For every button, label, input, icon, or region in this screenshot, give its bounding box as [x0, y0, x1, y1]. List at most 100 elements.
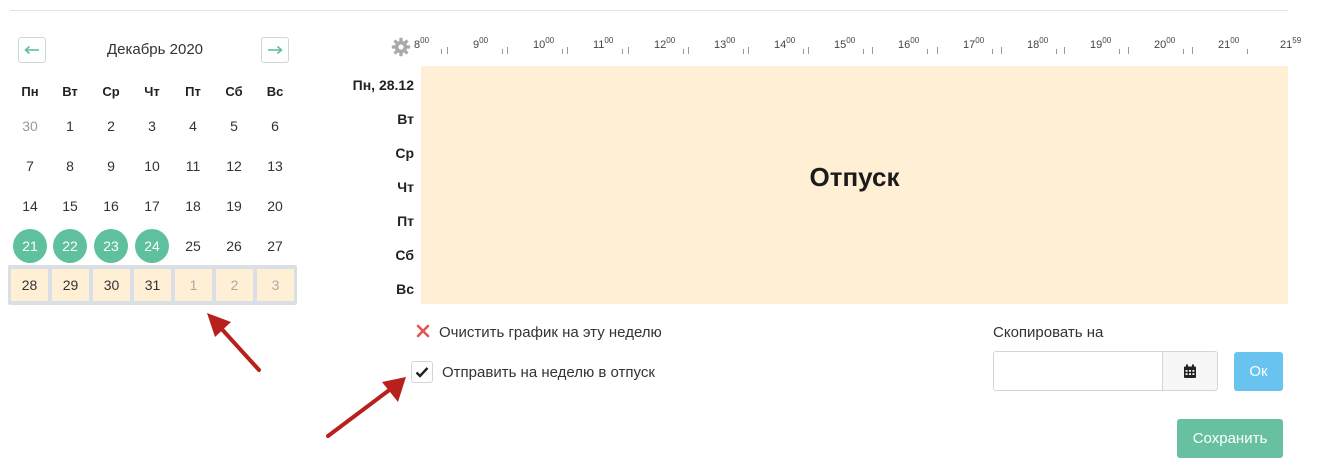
hour-label: 900: [473, 36, 489, 51]
calendar-day[interactable]: 27: [255, 228, 295, 264]
weekday-header: Ср: [102, 84, 120, 99]
hour-label: 1400: [774, 36, 796, 51]
hour-tick: [937, 47, 938, 54]
gear-icon[interactable]: [391, 37, 411, 62]
calendar-day[interactable]: 7: [10, 148, 50, 184]
weekday-header: Сб: [225, 84, 243, 99]
hour-tick: [688, 47, 689, 54]
schedule-grid[interactable]: Отпуск: [421, 66, 1288, 304]
calendar-day[interactable]: 4: [173, 108, 213, 144]
hour-label: 1200: [654, 36, 676, 51]
hour-label: 1700: [963, 36, 985, 51]
copy-date-input[interactable]: [993, 351, 1163, 391]
half-hour-tick: [441, 49, 442, 54]
half-hour-tick: [992, 49, 993, 54]
top-divider: [10, 10, 1288, 11]
half-hour-tick: [803, 49, 804, 54]
end-hour-label: 2159: [1280, 36, 1302, 51]
calendar-day[interactable]: 14: [10, 188, 50, 224]
weekday-header: Пт: [185, 84, 201, 99]
calendar-day[interactable]: 10: [132, 148, 172, 184]
schedule-row-label: Сб: [395, 247, 414, 263]
calendar-day[interactable]: 19: [214, 188, 254, 224]
prev-month-button[interactable]: [18, 37, 46, 63]
calendar-day[interactable]: 8: [50, 148, 90, 184]
calendar-day[interactable]: 25: [173, 228, 213, 264]
schedule-row-label: Пн, 28.12: [352, 77, 414, 93]
calendar-day[interactable]: 29: [52, 269, 89, 301]
calendar-day[interactable]: 30: [93, 269, 130, 301]
calendar-day[interactable]: 18: [173, 188, 213, 224]
hour-label: 1100: [593, 36, 614, 51]
hour-tick: [808, 47, 809, 54]
calendar-day[interactable]: 3: [132, 108, 172, 144]
half-hour-tick: [1056, 49, 1057, 54]
calendar-day[interactable]: 22: [50, 228, 90, 264]
hour-tick: [1128, 47, 1129, 54]
hour-tick: [1064, 47, 1065, 54]
calendar-day[interactable]: 12: [214, 148, 254, 184]
day-number: 23: [94, 229, 128, 263]
arrow-left-icon: [24, 45, 39, 55]
weekday-header: Вс: [266, 84, 284, 99]
schedule-row-label: Чт: [397, 179, 414, 195]
calendar-day[interactable]: 16: [91, 188, 131, 224]
schedule-row-label: Ср: [395, 145, 414, 161]
half-hour-tick: [1183, 49, 1184, 54]
annotation-arrow-calendar: [207, 313, 261, 372]
month-title: Декабрь 2020: [106, 41, 204, 58]
calendar-day[interactable]: 13: [255, 148, 295, 184]
close-icon[interactable]: [416, 324, 430, 343]
calendar-day[interactable]: 2: [91, 108, 131, 144]
ok-button[interactable]: Ок: [1234, 352, 1283, 391]
calendar-day[interactable]: 9: [91, 148, 131, 184]
calendar-day[interactable]: 3: [257, 269, 294, 301]
calendar-icon: [1184, 364, 1196, 378]
calendar-day[interactable]: 28: [11, 269, 48, 301]
half-hour-tick: [1247, 49, 1248, 54]
hour-label: 1900: [1090, 36, 1112, 51]
next-month-button[interactable]: [261, 37, 289, 63]
calendar-day[interactable]: 5: [214, 108, 254, 144]
vacation-checkbox[interactable]: [411, 361, 433, 383]
weekday-header: Вт: [62, 84, 78, 99]
half-hour-tick: [743, 49, 744, 54]
hour-tick: [872, 47, 873, 54]
clear-week-link[interactable]: Очистить график на эту неделю: [439, 324, 662, 341]
hour-label: 1800: [1027, 36, 1049, 51]
calendar-day[interactable]: 11: [173, 148, 213, 184]
calendar-day[interactable]: 31: [134, 269, 171, 301]
day-number: 24: [135, 229, 169, 263]
calendar-day[interactable]: 21: [10, 228, 50, 264]
calendar-day[interactable]: 1: [50, 108, 90, 144]
calendar-day[interactable]: 20: [255, 188, 295, 224]
day-number: 21: [13, 229, 47, 263]
schedule-row-label: Пт: [397, 213, 414, 229]
hour-label: 1600: [898, 36, 920, 51]
calendar-day[interactable]: 1: [175, 269, 212, 301]
hour-tick: [748, 47, 749, 54]
calendar-day[interactable]: 30: [10, 108, 50, 144]
copy-to-label: Скопировать на: [993, 324, 1104, 341]
date-picker-button[interactable]: [1162, 351, 1218, 391]
calendar-day[interactable]: 17: [132, 188, 172, 224]
hour-label: 1500: [834, 36, 856, 51]
calendar-day[interactable]: 6: [255, 108, 295, 144]
hour-tick: [1192, 47, 1193, 54]
save-button[interactable]: Сохранить: [1177, 419, 1283, 458]
schedule-row-label: Вт: [397, 111, 414, 127]
calendar-day[interactable]: 23: [91, 228, 131, 264]
hour-label: 2100: [1218, 36, 1240, 51]
half-hour-tick: [1119, 49, 1120, 54]
half-hour-tick: [562, 49, 563, 54]
half-hour-tick: [863, 49, 864, 54]
calendar-day[interactable]: 2: [216, 269, 253, 301]
calendar-day[interactable]: 24: [132, 228, 172, 264]
calendar-day[interactable]: 15: [50, 188, 90, 224]
half-hour-tick: [927, 49, 928, 54]
half-hour-tick: [502, 49, 503, 54]
hour-tick: [628, 47, 629, 54]
calendar-day[interactable]: 26: [214, 228, 254, 264]
vacation-checkbox-label[interactable]: Отправить на неделю в отпуск: [442, 364, 655, 381]
weekday-header: Пн: [21, 84, 39, 99]
